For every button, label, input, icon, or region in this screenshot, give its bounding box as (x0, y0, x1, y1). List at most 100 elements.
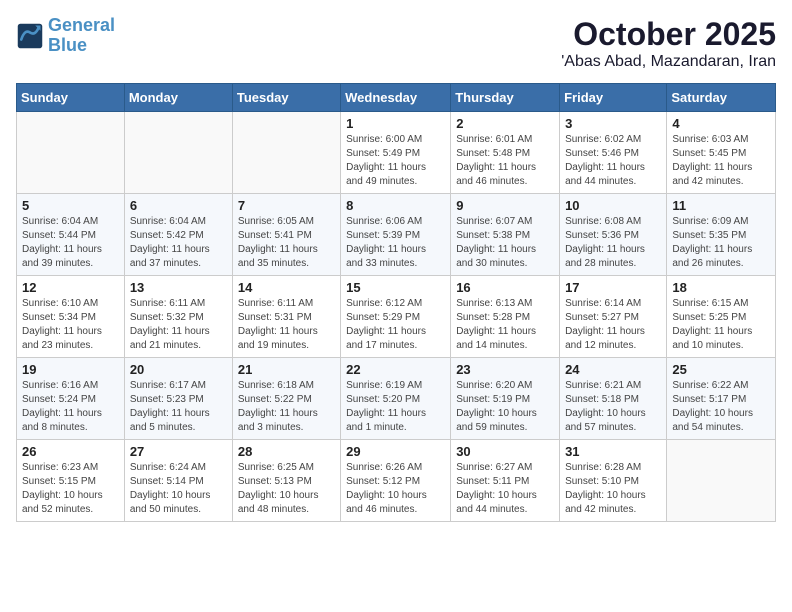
logo: General Blue (16, 16, 115, 56)
calendar-week-5: 26 Sunrise: 6:23 AM Sunset: 5:15 PM Dayli… (17, 440, 776, 522)
calendar-cell: 12 Sunrise: 6:10 AM Sunset: 5:34 PM Dayli… (17, 276, 125, 358)
day-number: 9 (456, 198, 554, 213)
calendar-cell: 16Sunrise: 6:13 AM Sunset: 5:28 PM Dayli… (451, 276, 560, 358)
weekday-header-saturday: Saturday (667, 84, 776, 112)
weekday-header-tuesday: Tuesday (232, 84, 340, 112)
day-info: Sunrise: 6:11 AM Sunset: 5:32 PM Dayligh… (130, 297, 227, 353)
calendar-cell: 15 Sunrise: 6:12 AM Sunset: 5:29 PM Dayli… (341, 276, 451, 358)
day-info: Sunrise: 6:06 AM Sunset: 5:39 PM Dayligh… (346, 215, 445, 271)
calendar-cell: 27 Sunrise: 6:24 AM Sunset: 5:14 PM Dayli… (124, 440, 232, 522)
day-number: 22 (346, 362, 445, 377)
day-info: Sunrise: 6:02 AM Sunset: 5:46 PM Dayligh… (565, 133, 661, 189)
day-number: 31 (565, 444, 661, 459)
day-number: 20 (130, 362, 227, 377)
title-block: October 2025 'Abas Abad, Mazandaran, Ira… (561, 16, 776, 71)
day-number: 24 (565, 362, 661, 377)
calendar-cell: 22 Sunrise: 6:19 AM Sunset: 5:20 PM Dayli… (341, 358, 451, 440)
calendar-cell: 6 Sunrise: 6:04 AM Sunset: 5:42 PM Daylig… (124, 194, 232, 276)
calendar-cell: 11 Sunrise: 6:09 AM Sunset: 5:35 PM Dayli… (667, 194, 776, 276)
day-info: Sunrise: 6:04 AM Sunset: 5:44 PM Dayligh… (22, 215, 119, 271)
day-info: Sunrise: 6:09 AM Sunset: 5:35 PM Dayligh… (672, 215, 770, 271)
calendar-cell: 1 Sunrise: 6:00 AM Sunset: 5:49 PM Daylig… (341, 112, 451, 194)
day-number: 21 (238, 362, 335, 377)
calendar-cell: 4 Sunrise: 6:03 AM Sunset: 5:45 PM Daylig… (667, 112, 776, 194)
day-info: Sunrise: 6:08 AM Sunset: 5:36 PM Dayligh… (565, 215, 661, 271)
day-number: 6 (130, 198, 227, 213)
day-number: 10 (565, 198, 661, 213)
day-info: Sunrise: 6:12 AM Sunset: 5:29 PM Dayligh… (346, 297, 445, 353)
calendar-week-4: 19 Sunrise: 6:16 AM Sunset: 5:24 PM Dayli… (17, 358, 776, 440)
calendar-cell: 17 Sunrise: 6:14 AM Sunset: 5:27 PM Dayli… (560, 276, 667, 358)
calendar-cell: 9 Sunrise: 6:07 AM Sunset: 5:38 PM Daylig… (451, 194, 560, 276)
calendar-week-3: 12 Sunrise: 6:10 AM Sunset: 5:34 PM Dayli… (17, 276, 776, 358)
day-info: Sunrise: 6:01 AM Sunset: 5:48 PM Dayligh… (456, 133, 554, 189)
weekday-header-wednesday: Wednesday (341, 84, 451, 112)
calendar-cell: 18 Sunrise: 6:15 AM Sunset: 5:25 PM Dayli… (667, 276, 776, 358)
day-info: Sunrise: 6:10 AM Sunset: 5:34 PM Dayligh… (22, 297, 119, 353)
day-info: Sunrise: 6:27 AM Sunset: 5:11 PM Dayligh… (456, 461, 554, 517)
day-number: 23 (456, 362, 554, 377)
day-number: 27 (130, 444, 227, 459)
day-number: 25 (672, 362, 770, 377)
location-title: 'Abas Abad, Mazandaran, Iran (561, 53, 776, 71)
weekday-header-row: SundayMondayTuesdayWednesdayThursdayFrid… (17, 84, 776, 112)
day-info: Sunrise: 6:26 AM Sunset: 5:12 PM Dayligh… (346, 461, 445, 517)
day-number: 2 (456, 116, 554, 131)
day-number: 13 (130, 280, 227, 295)
day-number: 28 (238, 444, 335, 459)
day-number: 15 (346, 280, 445, 295)
day-info: Sunrise: 6:14 AM Sunset: 5:27 PM Dayligh… (565, 297, 661, 353)
calendar-cell: 3 Sunrise: 6:02 AM Sunset: 5:46 PM Daylig… (560, 112, 667, 194)
weekday-header-thursday: Thursday (451, 84, 560, 112)
day-info: Sunrise: 6:25 AM Sunset: 5:13 PM Dayligh… (238, 461, 335, 517)
logo-text: General Blue (48, 16, 115, 56)
day-info: Sunrise: 6:18 AM Sunset: 5:22 PM Dayligh… (238, 379, 335, 435)
day-number: 11 (672, 198, 770, 213)
calendar-cell (232, 112, 340, 194)
day-number: 3 (565, 116, 661, 131)
calendar-cell: 7Sunrise: 6:05 AM Sunset: 5:41 PM Daylig… (232, 194, 340, 276)
day-number: 29 (346, 444, 445, 459)
day-info: Sunrise: 6:04 AM Sunset: 5:42 PM Dayligh… (130, 215, 227, 271)
calendar-cell (124, 112, 232, 194)
day-number: 12 (22, 280, 119, 295)
calendar-cell: 14Sunrise: 6:11 AM Sunset: 5:31 PM Dayli… (232, 276, 340, 358)
day-number: 1 (346, 116, 445, 131)
day-info: Sunrise: 6:16 AM Sunset: 5:24 PM Dayligh… (22, 379, 119, 435)
day-info: Sunrise: 6:07 AM Sunset: 5:38 PM Dayligh… (456, 215, 554, 271)
calendar-cell: 25Sunrise: 6:22 AM Sunset: 5:17 PM Dayli… (667, 358, 776, 440)
day-number: 5 (22, 198, 119, 213)
day-info: Sunrise: 6:11 AM Sunset: 5:31 PM Dayligh… (238, 297, 335, 353)
day-info: Sunrise: 6:19 AM Sunset: 5:20 PM Dayligh… (346, 379, 445, 435)
day-number: 17 (565, 280, 661, 295)
weekday-header-friday: Friday (560, 84, 667, 112)
weekday-header-sunday: Sunday (17, 84, 125, 112)
calendar-cell: 26 Sunrise: 6:23 AM Sunset: 5:15 PM Dayli… (17, 440, 125, 522)
day-number: 7 (238, 198, 335, 213)
day-number: 26 (22, 444, 119, 459)
calendar-table: SundayMondayTuesdayWednesdayThursdayFrid… (16, 83, 776, 522)
day-info: Sunrise: 6:15 AM Sunset: 5:25 PM Dayligh… (672, 297, 770, 353)
day-info: Sunrise: 6:00 AM Sunset: 5:49 PM Dayligh… (346, 133, 445, 189)
day-info: Sunrise: 6:24 AM Sunset: 5:14 PM Dayligh… (130, 461, 227, 517)
day-info: Sunrise: 6:28 AM Sunset: 5:10 PM Dayligh… (565, 461, 661, 517)
day-number: 16 (456, 280, 554, 295)
day-number: 4 (672, 116, 770, 131)
day-info: Sunrise: 6:23 AM Sunset: 5:15 PM Dayligh… (22, 461, 119, 517)
calendar-cell: 21 Sunrise: 6:18 AM Sunset: 5:22 PM Dayli… (232, 358, 340, 440)
day-info: Sunrise: 6:17 AM Sunset: 5:23 PM Dayligh… (130, 379, 227, 435)
calendar-cell: 24Sunrise: 6:21 AM Sunset: 5:18 PM Dayli… (560, 358, 667, 440)
calendar-week-2: 5 Sunrise: 6:04 AM Sunset: 5:44 PM Daylig… (17, 194, 776, 276)
day-number: 18 (672, 280, 770, 295)
calendar-cell: 28 Sunrise: 6:25 AM Sunset: 5:13 PM Dayli… (232, 440, 340, 522)
day-number: 19 (22, 362, 119, 377)
calendar-cell: 5 Sunrise: 6:04 AM Sunset: 5:44 PM Daylig… (17, 194, 125, 276)
page-header: General Blue October 2025 'Abas Abad, Ma… (16, 16, 776, 71)
calendar-cell: 8 Sunrise: 6:06 AM Sunset: 5:39 PM Daylig… (341, 194, 451, 276)
day-number: 8 (346, 198, 445, 213)
day-info: Sunrise: 6:03 AM Sunset: 5:45 PM Dayligh… (672, 133, 770, 189)
calendar-cell (17, 112, 125, 194)
logo-icon (16, 22, 44, 50)
calendar-cell: 31 Sunrise: 6:28 AM Sunset: 5:10 PM Dayli… (560, 440, 667, 522)
day-info: Sunrise: 6:20 AM Sunset: 5:19 PM Dayligh… (456, 379, 554, 435)
